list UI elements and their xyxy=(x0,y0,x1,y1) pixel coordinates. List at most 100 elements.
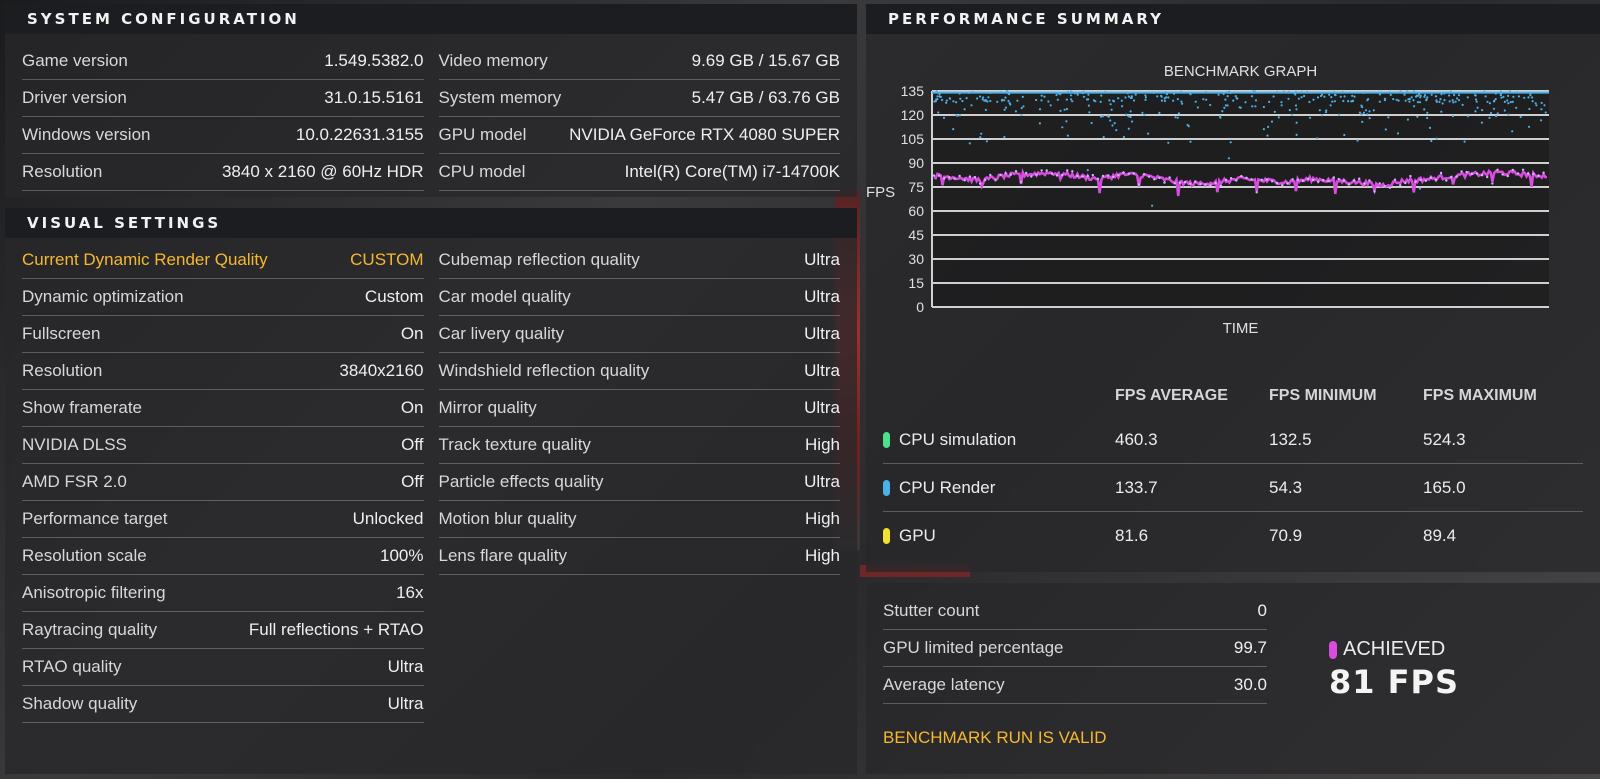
data-point-cpu-render xyxy=(1043,95,1046,98)
setting-row: Fullscreen On xyxy=(22,316,424,353)
data-point-gpu xyxy=(958,174,961,178)
setting-label: NVIDIA DLSS xyxy=(22,435,127,454)
setting-label: Windows version xyxy=(22,125,151,144)
data-point-cpu-render xyxy=(1454,100,1457,103)
setting-label: Track texture quality xyxy=(438,435,591,454)
data-point-cpu-render xyxy=(1069,98,1073,101)
data-point-cpu-render xyxy=(1176,116,1179,119)
data-point-gpu xyxy=(1332,176,1335,179)
data-point-cpu-render xyxy=(1288,109,1291,112)
data-point-cpu-render xyxy=(1280,101,1283,104)
table-row: CPU Render 133.7 54.3 165.0 xyxy=(883,464,1583,512)
data-point-cpu-render xyxy=(1008,102,1011,105)
visual-right-column: Cubemap reflection quality Ultra Car model… xyxy=(438,242,840,723)
data-point-cpu-render xyxy=(1412,99,1415,102)
data-point-cpu-render xyxy=(935,98,938,101)
data-point-cpu-render xyxy=(1266,134,1269,137)
setting-label: Performance target xyxy=(22,509,168,528)
data-point-cpu-render xyxy=(1351,94,1354,97)
data-point-cpu-render xyxy=(1384,97,1387,100)
data-point-gpu xyxy=(1317,180,1320,183)
data-point-cpu-render xyxy=(1180,100,1183,103)
data-point-cpu-render xyxy=(1151,204,1154,207)
data-point-cpu-render xyxy=(1368,117,1371,120)
data-point-gpu xyxy=(1250,178,1253,181)
data-point-cpu-render xyxy=(1368,110,1371,113)
data-point-cpu-render xyxy=(1165,96,1168,99)
setting-label: Resolution xyxy=(22,162,103,181)
data-point-cpu-render xyxy=(1329,104,1332,107)
setting-row: Particle effects quality Ultra xyxy=(438,464,840,501)
data-point-cpu-render xyxy=(1071,100,1074,103)
data-point-gpu xyxy=(1429,176,1433,179)
setting-label: Motion blur quality xyxy=(438,509,577,528)
data-point-cpu-render xyxy=(1316,96,1320,99)
data-point-cpu-render xyxy=(979,136,982,139)
data-point-cpu-render xyxy=(1418,187,1421,190)
data-point-cpu-render xyxy=(1440,110,1443,113)
data-point-gpu xyxy=(1224,178,1228,181)
data-point-gpu xyxy=(1209,184,1212,187)
data-point-cpu-render xyxy=(982,96,985,99)
data-point-cpu-render xyxy=(1209,103,1212,107)
panel-title: PERFORMANCE SUMMARY xyxy=(866,4,1600,34)
data-point-gpu xyxy=(963,179,966,182)
data-point-cpu-render xyxy=(1280,104,1283,107)
data-point-cpu-render xyxy=(1115,129,1118,132)
data-point-cpu-render xyxy=(1519,115,1522,118)
data-point-gpu xyxy=(1465,170,1468,174)
data-point-cpu-render xyxy=(1438,100,1441,103)
data-point-cpu-render xyxy=(1496,112,1499,115)
data-point-cpu-render xyxy=(1366,113,1369,116)
data-point-cpu-render xyxy=(1129,110,1132,113)
setting-row: CPU model Intel(R) Core(TM) i7-14700K xyxy=(438,154,840,191)
data-point-cpu-render xyxy=(1218,115,1222,118)
data-point-cpu-render xyxy=(1448,100,1451,103)
data-point-gpu xyxy=(1470,172,1474,176)
panel-title: SYSTEM CONFIGURATION xyxy=(5,4,857,34)
data-point-cpu-render xyxy=(936,95,939,98)
setting-label: CPU model xyxy=(438,162,526,181)
y-tick-label: 90 xyxy=(908,155,924,171)
setting-row: RTAO quality Ultra xyxy=(22,649,424,686)
setting-value: 9.69 GB / 15.67 GB xyxy=(691,51,840,70)
setting-value: Intel(R) Core(TM) i7-14700K xyxy=(624,162,840,181)
data-point-cpu-render xyxy=(1489,111,1493,115)
data-point-cpu-render xyxy=(1250,95,1254,98)
table-cell: 524.3 xyxy=(1423,429,1466,449)
achieved-label: ACHIEVED xyxy=(1343,638,1446,660)
setting-value: 1.549.5382.0 xyxy=(324,51,424,70)
data-point-gpu xyxy=(1188,182,1192,185)
table-cell: 132.5 xyxy=(1269,429,1312,449)
data-point-gpu xyxy=(1404,181,1407,185)
setting-label: Windshield reflection quality xyxy=(438,361,650,380)
data-point-cpu-render xyxy=(1507,102,1510,105)
data-point-cpu-render xyxy=(1244,101,1247,104)
visual-settings-panel: VISUAL SETTINGS Current Dynamic Render Q… xyxy=(5,208,857,774)
data-point-cpu-render xyxy=(1480,121,1483,124)
data-point-cpu-render xyxy=(1061,126,1064,129)
data-point-cpu-render xyxy=(1343,133,1346,137)
setting-label: Anisotropic filtering xyxy=(22,583,166,602)
data-point-cpu-render xyxy=(1531,96,1534,99)
data-point-gpu xyxy=(1399,184,1402,187)
data-point-cpu-render xyxy=(1160,95,1163,98)
setting-value: 100% xyxy=(380,546,424,565)
data-point-cpu-render xyxy=(1448,94,1451,97)
data-point-cpu-render xyxy=(1004,96,1007,99)
data-point-cpu-render xyxy=(1488,102,1491,105)
setting-value: Unlocked xyxy=(352,509,424,528)
data-point-cpu-render xyxy=(1512,95,1515,98)
data-point-gpu xyxy=(1281,184,1284,187)
data-point-cpu-render xyxy=(1419,96,1422,99)
data-point-cpu-render xyxy=(1262,105,1265,109)
series-name: CPU Render xyxy=(899,477,996,497)
table-cell: 70.9 xyxy=(1269,526,1303,545)
data-point-cpu-render xyxy=(1035,98,1038,102)
data-point-gpu xyxy=(1352,179,1356,182)
data-point-cpu-render xyxy=(1224,98,1227,101)
data-point-cpu-render xyxy=(1087,93,1090,96)
data-point-cpu-render xyxy=(989,99,992,103)
data-point-cpu-render xyxy=(1088,111,1091,114)
data-point-cpu-render xyxy=(1511,100,1514,103)
